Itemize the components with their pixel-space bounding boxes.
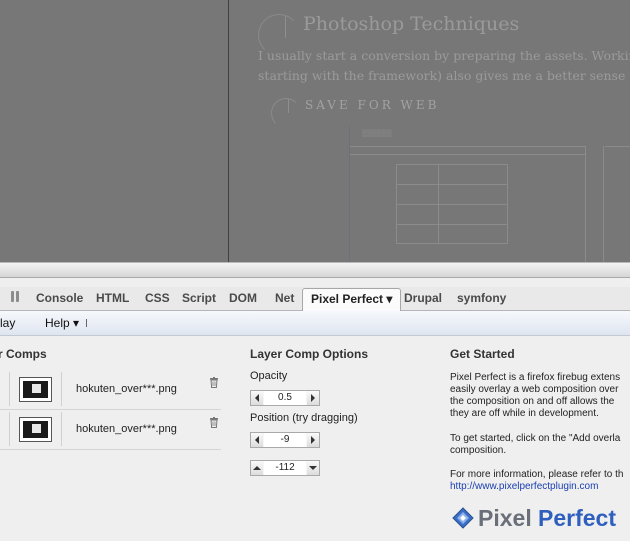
tab-console[interactable]: Console (36, 287, 83, 310)
page-subheading: SAVE FOR WEB (305, 98, 440, 112)
position-y-value[interactable]: -112 (264, 461, 306, 475)
layer-comp-options-heading: Layer Comp Options (250, 347, 369, 361)
arrow-left-icon (255, 394, 259, 402)
overlay-filename: hokuten_over***.png (76, 383, 177, 395)
screenshot-caption: ▒▒▒▒▒▒ (362, 130, 392, 137)
intro-line: the composition on and off allows the (450, 396, 615, 407)
pixel-perfect-panel: r Comps hokuten_over***.png hokuten_over… (0, 336, 630, 541)
panel-resize-handle[interactable] (0, 262, 630, 278)
intro-line: Pixel Perfect is a firefox firebug exten… (450, 372, 621, 383)
arrow-left-icon (255, 436, 259, 444)
screenshot-table (396, 243, 508, 244)
opacity-label: Opacity (250, 370, 288, 382)
screenshot-rule (350, 154, 586, 155)
arrow-right-icon (311, 436, 315, 444)
more-info-paragraph: For more information, please refer to th… (450, 469, 630, 493)
title-ornament-bar (285, 16, 286, 38)
position-x-stepper[interactable]: -9 (250, 432, 320, 448)
tab-pixel-perfect[interactable]: Pixel Perfect ▾ (302, 288, 402, 312)
overlay-thumbnail[interactable] (19, 417, 52, 442)
screenshot-table (396, 164, 508, 165)
move-down-button[interactable] (307, 461, 319, 475)
intro-line: easily overlay a web composition over (450, 384, 619, 395)
pixel-perfect-toolbar: rlay Help ▾ (0, 311, 630, 336)
embedded-screenshot-image: ▒▒▒▒▒▒ (349, 126, 630, 262)
page-title: Photoshop Techniques (303, 13, 520, 35)
tab-drupal[interactable]: Drupal (404, 287, 442, 310)
instructions-paragraph: To get started, click on the "Add overla… (450, 433, 630, 457)
row-divider (61, 412, 62, 446)
intro-paragraph: Pixel Perfect is a firefox firebug exten… (450, 372, 630, 420)
overlay-thumbnail[interactable] (19, 377, 52, 402)
subheading-ornament (271, 98, 301, 128)
move-up-button[interactable] (251, 461, 263, 475)
tab-symfony[interactable]: symfony (457, 287, 506, 310)
layer-comp-row[interactable]: hokuten_over***.png (0, 410, 221, 450)
arrow-up-icon (253, 466, 261, 470)
screenshot-rule (605, 146, 630, 147)
row-divider (9, 412, 10, 446)
page-column-divider (228, 0, 229, 262)
web-page-viewport: Photoshop Techniques I usually start a c… (0, 0, 630, 262)
pixelperfect-website-link[interactable]: http://www.pixelperfectplugin.com (450, 481, 598, 492)
help-menu[interactable]: Help ▾ (45, 311, 79, 335)
diamond-logo-icon (452, 507, 474, 529)
tab-net[interactable]: Net (275, 287, 294, 310)
move-right-button[interactable] (307, 433, 319, 447)
decrease-opacity-button[interactable] (251, 391, 263, 405)
screenshot-table (396, 204, 508, 205)
tab-script[interactable]: Script (182, 287, 216, 310)
screenshot-side-panel (603, 146, 604, 262)
page-body-line: starting with the framework) also gives … (258, 68, 630, 83)
intro-line: they are off while in development. (450, 408, 599, 419)
more-info-line: For more information, please refer to th (450, 469, 624, 480)
tab-html[interactable]: HTML (96, 287, 129, 310)
position-label: Position (try dragging) (250, 412, 358, 424)
screenshot-table (396, 184, 508, 185)
subheading-ornament-bar (288, 99, 289, 113)
increase-opacity-button[interactable] (307, 391, 319, 405)
toolbar-separator (86, 319, 87, 327)
screenshot-side-panel (585, 146, 586, 262)
arrow-down-icon (309, 466, 317, 470)
position-y-stepper[interactable]: -112 (250, 460, 320, 476)
logo-word-pixel: Pixel (478, 505, 532, 531)
opacity-value[interactable]: 0.5 (264, 391, 306, 405)
layer-comp-row[interactable]: hokuten_over***.png (0, 370, 221, 410)
instructions-line: composition. (450, 445, 507, 456)
move-left-button[interactable] (251, 433, 263, 447)
logo-word-perfect: Perfect (538, 505, 616, 531)
layer-comps-heading: r Comps (0, 347, 47, 361)
add-overlay-button[interactable]: rlay (0, 311, 15, 335)
opacity-stepper[interactable]: 0.5 (250, 390, 320, 406)
tab-dom[interactable]: DOM (229, 287, 257, 310)
trash-icon[interactable] (209, 417, 219, 428)
screenshot-rule (350, 146, 586, 147)
page-body-text: I usually start a conversion by preparin… (258, 46, 630, 86)
instructions-line: To get started, click on the "Add overla (450, 433, 621, 444)
pause-icon[interactable] (11, 291, 20, 302)
trash-icon[interactable] (209, 377, 219, 388)
overlay-filename: hokuten_over***.png (76, 423, 177, 435)
arrow-right-icon (311, 394, 315, 402)
row-divider (9, 372, 10, 406)
page-body-line: I usually start a conversion by preparin… (258, 48, 630, 63)
firebug-tab-bar: Console HTML CSS Script DOM Net Pixel Pe… (0, 287, 630, 312)
get-started-heading: Get Started (450, 347, 515, 361)
screenshot-table (396, 224, 508, 225)
position-x-value[interactable]: -9 (264, 433, 306, 447)
row-divider (61, 372, 62, 406)
tab-css[interactable]: CSS (145, 287, 170, 310)
